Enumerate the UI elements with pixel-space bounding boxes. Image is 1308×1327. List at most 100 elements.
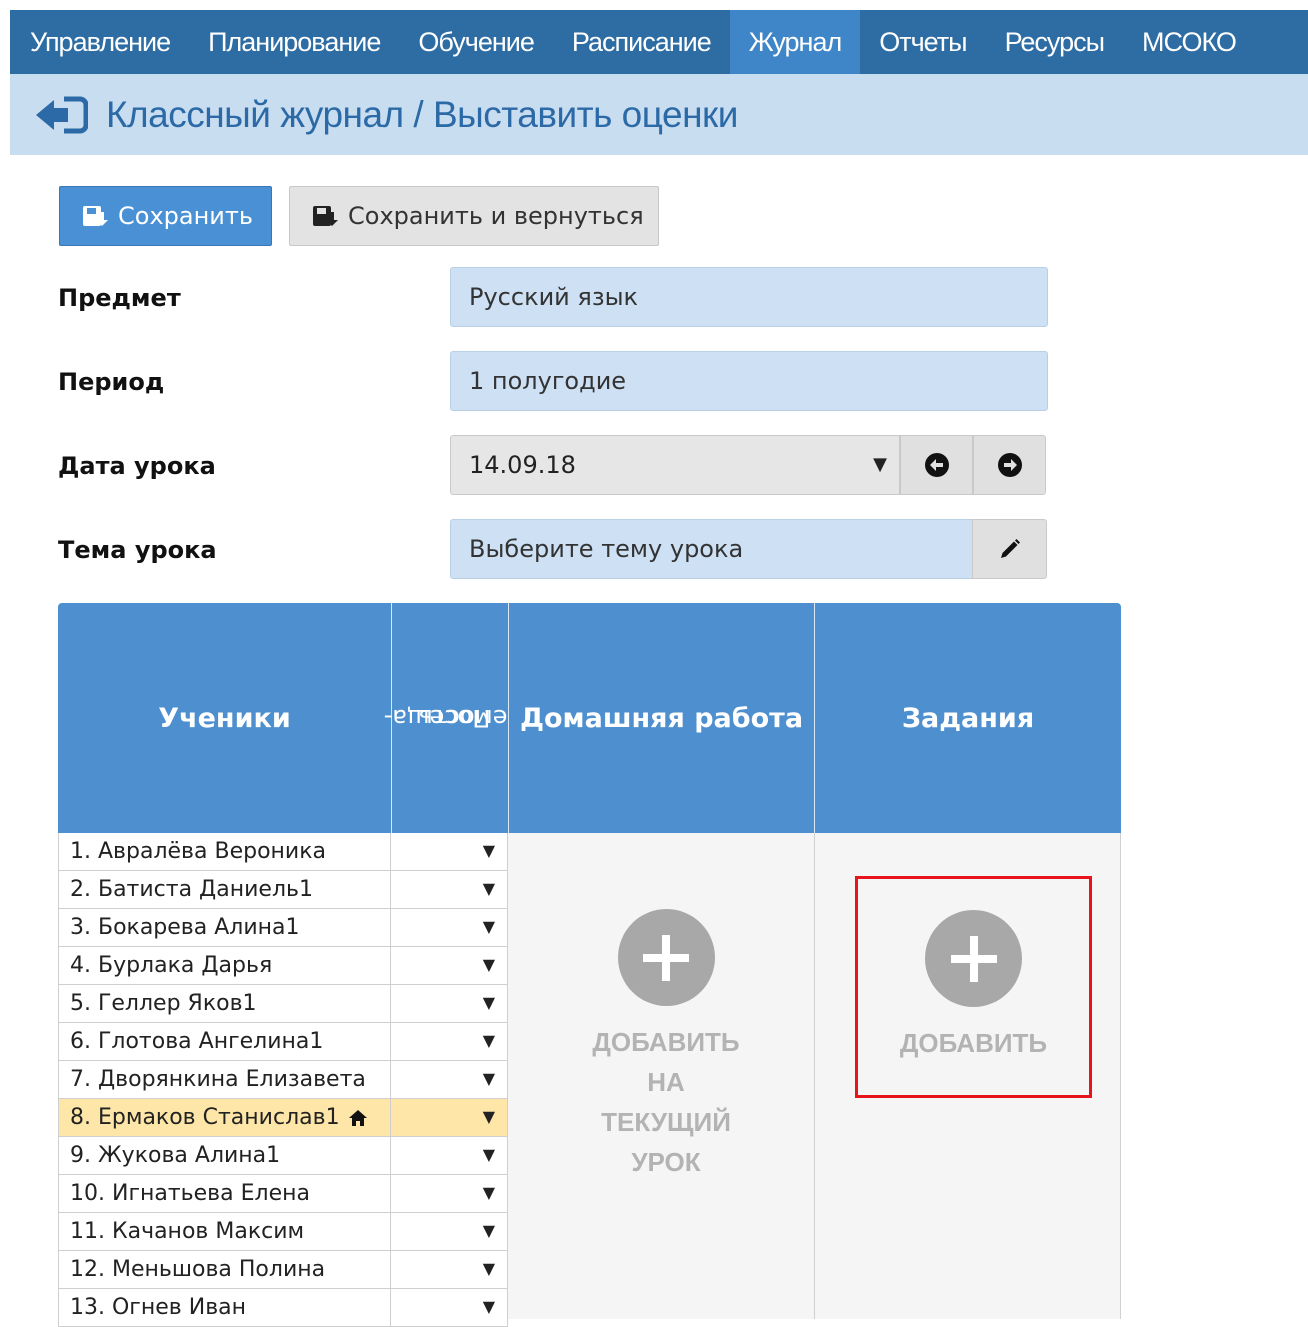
student-name: 11. Качанов Максим	[58, 1213, 391, 1250]
add-task-label[interactable]: ДОБАВИТЬ	[900, 1023, 1047, 1063]
plus-icon	[643, 934, 689, 981]
column-divider	[814, 833, 815, 1319]
period-field[interactable]: 1 полугодие	[450, 351, 1048, 411]
tasks-column-header: Задания	[901, 702, 1035, 734]
attendance-select[interactable]: ▼	[391, 833, 508, 870]
student-row: 13. Огнев Иван ▼	[58, 1289, 508, 1327]
attendance-column-header: Посеща-емость	[384, 603, 509, 833]
save-and-return-label: Сохранить и вернуться	[348, 202, 644, 230]
student-name: 8. Ермаков Станислав1	[58, 1099, 391, 1136]
caret-down-icon: ▼	[482, 1031, 495, 1050]
students-column-header: Ученики	[58, 603, 392, 833]
save-icon	[83, 206, 108, 226]
attendance-select[interactable]: ▼	[391, 947, 508, 984]
period-label: Период	[58, 368, 165, 396]
student-name-text: 8. Ермаков Станислав1	[70, 1105, 340, 1130]
attendance-select[interactable]: ▼	[391, 1175, 508, 1212]
attendance-select[interactable]: ▼	[391, 1061, 508, 1098]
nav-item-reports[interactable]: Отчеты	[860, 10, 985, 74]
back-button[interactable]	[34, 95, 88, 135]
add-homework-label-line: ТЕКУЩИЙ	[601, 1107, 731, 1137]
add-task-button[interactable]	[925, 910, 1022, 1007]
nav-item-learning[interactable]: Обучение	[399, 10, 552, 74]
student-row-selected: 8. Ермаков Станислав1 ▼	[58, 1099, 508, 1137]
attendance-select[interactable]: ▼	[391, 1099, 508, 1136]
add-homework-button[interactable]	[617, 909, 715, 1006]
caret-down-icon: ▼	[482, 1069, 495, 1088]
caret-down-icon: ▼	[482, 1259, 495, 1278]
add-homework-area: ДОБАВИТЬ НА ТЕКУЩИЙ УРОК	[578, 909, 754, 1182]
lesson-date-label: Дата урока	[58, 452, 216, 480]
subject-label: Предмет	[58, 284, 181, 312]
student-row: 2. Батиста Даниель1 ▼	[58, 871, 508, 909]
student-name: 9. Жукова Алина1	[58, 1137, 391, 1174]
save-and-return-button[interactable]: Сохранить и вернуться	[289, 186, 659, 246]
student-row: 4. Бурлака Дарья ▼	[58, 947, 508, 985]
add-homework-label-line: ДОБАВИТЬ	[592, 1027, 740, 1057]
nav-item-management[interactable]: Управление	[10, 10, 189, 74]
page-title: Классный журнал / Выставить оценки	[106, 93, 738, 135]
add-task-area: ДОБАВИТЬ	[855, 876, 1092, 1098]
caret-down-icon: ▼	[482, 841, 495, 860]
add-homework-label-line: НА	[647, 1067, 685, 1097]
caret-down-icon: ▼	[482, 879, 495, 898]
caret-down-icon: ▼	[482, 917, 495, 936]
arrow-left-circle-icon	[924, 453, 949, 477]
arrow-right-circle-icon	[997, 453, 1022, 477]
student-name: 2. Батиста Даниель1	[58, 871, 391, 908]
student-row: 3. Бокарева Алина1 ▼	[58, 909, 508, 947]
student-name: 13. Огнев Иван	[58, 1289, 391, 1326]
nav-item-schedule[interactable]: Расписание	[553, 10, 730, 74]
student-row: 10. Игнатьева Елена ▼	[58, 1175, 508, 1213]
student-name: 3. Бокарева Алина1	[58, 909, 391, 946]
attendance-select[interactable]: ▼	[391, 1137, 508, 1174]
lesson-date-value: 14.09.18	[469, 451, 576, 479]
student-row: 12. Меньшова Полина ▼	[58, 1251, 508, 1289]
top-navigation: Управление Планирование Обучение Расписа…	[10, 10, 1308, 74]
caret-down-icon: ▼	[482, 1221, 495, 1240]
homework-column-header: Домашняя работа	[509, 603, 815, 833]
student-row: 7. Дворянкина Елизавета ▼	[58, 1061, 508, 1099]
student-name: 6. Глотова Ангелина1	[58, 1023, 391, 1060]
nav-item-resources[interactable]: Ресурсы	[986, 10, 1123, 74]
add-homework-label-line: УРОК	[631, 1147, 701, 1177]
home-icon	[348, 1109, 368, 1127]
attendance-select[interactable]: ▼	[391, 1289, 508, 1326]
chevron-down-icon: ▼	[873, 454, 887, 475]
lesson-date-select[interactable]: 14.09.18 ▼	[450, 435, 900, 495]
student-row: 11. Качанов Максим ▼	[58, 1213, 508, 1251]
nav-item-journal[interactable]: Журнал	[729, 10, 861, 74]
save-button[interactable]: Сохранить	[59, 186, 272, 246]
attendance-select[interactable]: ▼	[391, 909, 508, 946]
pencil-icon	[1000, 539, 1020, 558]
grades-table-header: Ученики Посеща-емость Домашняя работа За…	[58, 603, 1121, 833]
attendance-select[interactable]: ▼	[391, 1023, 508, 1060]
lesson-theme-label: Тема урока	[58, 536, 217, 564]
attendance-select[interactable]: ▼	[391, 1251, 508, 1288]
caret-down-icon: ▼	[482, 1183, 495, 1202]
caret-down-icon: ▼	[482, 955, 495, 974]
previous-date-button[interactable]	[900, 435, 973, 495]
nav-item-msoko[interactable]: МСОКО	[1123, 10, 1255, 74]
save-return-icon	[313, 206, 338, 226]
plus-icon	[950, 935, 997, 982]
edit-theme-button[interactable]	[972, 519, 1047, 579]
student-name: 5. Геллер Яков1	[58, 985, 391, 1022]
lesson-theme-field[interactable]: Выберите тему урока	[450, 519, 973, 579]
student-row: 5. Геллер Яков1 ▼	[58, 985, 508, 1023]
subject-field[interactable]: Русский язык	[450, 267, 1048, 327]
attendance-select[interactable]: ▼	[391, 871, 508, 908]
attendance-select[interactable]: ▼	[391, 1213, 508, 1250]
caret-down-icon: ▼	[482, 993, 495, 1012]
student-name: 7. Дворянкина Елизавета	[58, 1061, 391, 1098]
back-arrow-icon	[36, 96, 88, 133]
attendance-select[interactable]: ▼	[391, 985, 508, 1022]
student-name: 10. Игнатьева Елена	[58, 1175, 391, 1212]
student-name: 12. Меньшова Полина	[58, 1251, 391, 1288]
nav-item-planning[interactable]: Планирование	[189, 10, 399, 74]
student-row: 1. Авралёва Вероника ▼	[58, 833, 508, 871]
save-button-label: Сохранить	[118, 202, 253, 230]
next-date-button[interactable]	[973, 435, 1046, 495]
add-homework-label[interactable]: ДОБАВИТЬ НА ТЕКУЩИЙ УРОК	[592, 1022, 739, 1182]
student-row: 6. Глотова Ангелина1 ▼	[58, 1023, 508, 1061]
